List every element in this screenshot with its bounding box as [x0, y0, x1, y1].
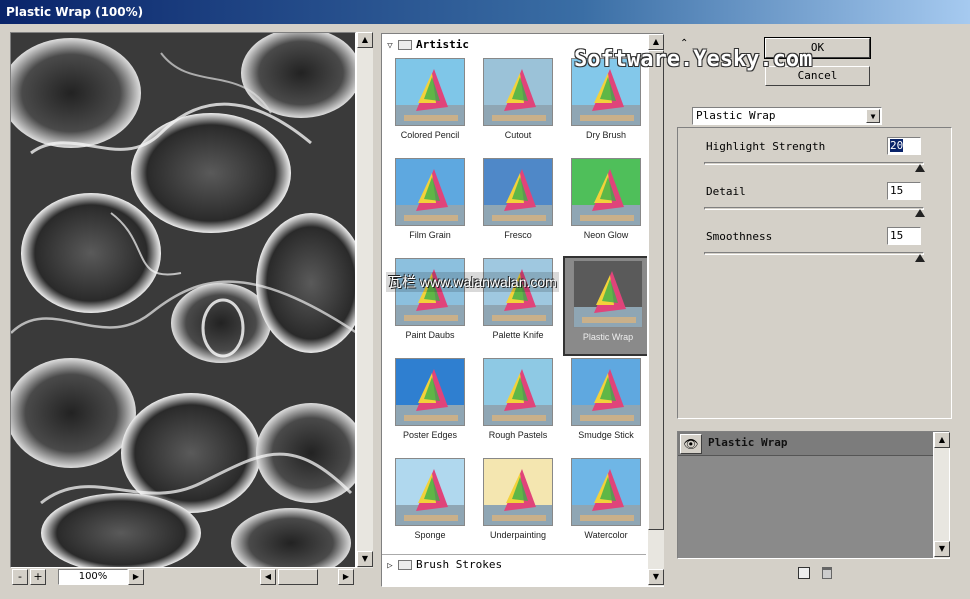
filter-preview-image — [395, 358, 465, 426]
highlight-strength-slider-thumb[interactable] — [915, 164, 925, 172]
filter-gallery: ▽ Artistic Colored Pencil Cutout Dry Brush F… — [381, 33, 664, 587]
filter-thumbnail-label: Film Grain — [409, 230, 451, 240]
filter-thumbnail-label: Rough Pastels — [488, 430, 548, 440]
divider — [382, 554, 646, 555]
effect-layer-name: Plastic Wrap — [708, 436, 788, 449]
zoom-in-button[interactable]: + — [30, 569, 46, 585]
filter-preview-image — [573, 260, 643, 328]
filter-preview-image — [571, 458, 641, 526]
folder-icon — [398, 560, 412, 570]
filter-thumbnail-label: Palette Knife — [492, 330, 544, 340]
filter-thumbnail-label: Paint Daubs — [405, 330, 455, 340]
detail-slider[interactable] — [704, 207, 924, 210]
smoothness-slider-thumb[interactable] — [915, 254, 925, 262]
highlight-strength-slider[interactable] — [704, 162, 924, 165]
filter-thumbnail-rough-pastels[interactable]: Rough Pastels — [475, 356, 561, 456]
filter-thumbnail-label: Sponge — [414, 530, 446, 540]
filter-preview-image — [483, 258, 553, 326]
filter-preview-image — [571, 158, 641, 226]
filter-preview-image — [395, 458, 465, 526]
new-effect-layer-icon[interactable] — [798, 567, 810, 579]
preview-vertical-scrollbar[interactable]: ▲ ▼ — [356, 32, 373, 568]
highlight-strength-input[interactable]: 20 — [887, 137, 921, 155]
layers-scroll-down-icon[interactable]: ▼ — [934, 541, 950, 557]
scroll-down-icon[interactable]: ▼ — [357, 551, 373, 567]
detail-label: Detail — [706, 185, 746, 198]
watermark-middle: 瓦栏 www.walanwalan.com — [386, 272, 559, 292]
filter-thumbnail-paint-daubs[interactable]: Paint Daubs — [387, 256, 473, 356]
gallery-vertical-scrollbar[interactable]: ▲ ▼ — [647, 34, 664, 586]
scroll-up-icon[interactable]: ▲ — [357, 32, 373, 48]
expanded-triangle-icon: ▽ — [387, 41, 393, 51]
filter-preview-image — [483, 358, 553, 426]
filter-thumbnail-label: Cutout — [504, 130, 532, 140]
filter-preview-image — [483, 458, 553, 526]
filter-thumbnail-label: Watercolor — [584, 530, 628, 540]
filter-thumbnail-neon-glow[interactable]: Neon Glow — [563, 156, 649, 256]
highlight-strength-label: Highlight Strength — [706, 140, 826, 153]
filter-thumbnail-watercolor[interactable]: Watercolor — [563, 456, 649, 556]
layers-scrollbar[interactable]: ▲ ▼ — [933, 432, 950, 558]
effect-layer-row[interactable]: 👁 Plastic Wrap — [678, 432, 934, 456]
filter-thumbnail-sponge[interactable]: Sponge — [387, 456, 473, 556]
window-title: Plastic Wrap (100%) — [6, 5, 144, 19]
window-title-bar: Plastic Wrap (100%) — [0, 0, 970, 24]
category-brush-strokes[interactable]: ▷ Brush Strokes — [384, 556, 646, 574]
filter-thumbnail-label: Colored Pencil — [400, 130, 460, 140]
detail-input[interactable]: 15 — [887, 182, 921, 200]
folder-icon — [398, 40, 412, 50]
hscroll-thumb[interactable] — [278, 569, 318, 585]
zoom-level[interactable]: 100% — [58, 569, 128, 585]
filter-thumbnail-label: Plastic Wrap — [582, 332, 634, 342]
smoothness-slider[interactable] — [704, 252, 924, 255]
filter-preview-image — [395, 158, 465, 226]
filter-preview-image — [395, 258, 465, 326]
filter-thumbnail-label: Underpainting — [489, 530, 547, 540]
layers-scroll-up-icon[interactable]: ▲ — [934, 432, 950, 448]
filter-thumbnail-palette-knife[interactable]: Palette Knife — [475, 256, 561, 356]
preview-canvas[interactable] — [10, 32, 356, 568]
delete-effect-layer-icon[interactable] — [822, 567, 832, 579]
collapsed-triangle-icon: ▷ — [387, 561, 393, 571]
filter-thumbnail-colored-pencil[interactable]: Colored Pencil — [387, 56, 473, 156]
watermark-top: Software.Yesky.com — [574, 47, 813, 72]
preview-zoom-bar: - + 100% ▶ ◀ ▶ — [10, 568, 356, 586]
detail-slider-thumb[interactable] — [915, 209, 925, 217]
filter-preview-image — [395, 58, 465, 126]
filter-thumbnail-film-grain[interactable]: Film Grain — [387, 156, 473, 256]
filter-thumbnail-cutout[interactable]: Cutout — [475, 56, 561, 156]
filter-settings-panel — [677, 127, 952, 419]
filter-thumbnail-label: Dry Brush — [585, 130, 626, 140]
preview-image — [11, 33, 355, 567]
eye-icon[interactable]: 👁 — [680, 434, 702, 454]
smoothness-label: Smoothness — [706, 230, 773, 243]
hscroll-right-icon[interactable]: ▶ — [338, 569, 354, 585]
effect-layers-panel: 👁 Plastic Wrap — [677, 431, 950, 559]
chevron-down-icon[interactable]: ▼ — [866, 109, 880, 123]
filter-thumbnail-label: Poster Edges — [402, 430, 458, 440]
scroll-right-icon[interactable]: ▶ — [128, 569, 144, 585]
filter-thumbnail-plastic-wrap[interactable]: Plastic Wrap — [563, 256, 649, 356]
filter-select[interactable]: Plastic Wrap ▼ — [692, 107, 882, 125]
filter-thumbnail-smudge-stick[interactable]: Smudge Stick — [563, 356, 649, 456]
filter-preview-image — [571, 358, 641, 426]
filter-thumbnail-label: Fresco — [504, 230, 532, 240]
filter-preview-image — [483, 158, 553, 226]
filter-preview-image — [483, 58, 553, 126]
smoothness-input[interactable]: 15 — [887, 227, 921, 245]
gallery-scroll-down-icon[interactable]: ▼ — [648, 569, 664, 585]
hscroll-left-icon[interactable]: ◀ — [260, 569, 276, 585]
filter-thumbnail-fresco[interactable]: Fresco — [475, 156, 561, 256]
filter-thumbnail-label: Smudge Stick — [578, 430, 634, 440]
filter-thumbnail-poster-edges[interactable]: Poster Edges — [387, 356, 473, 456]
filter-thumbnail-label: Neon Glow — [583, 230, 629, 240]
zoom-out-button[interactable]: - — [12, 569, 28, 585]
gallery-scroll-thumb[interactable] — [648, 50, 664, 530]
filter-thumbnail-underpainting[interactable]: Underpainting — [475, 456, 561, 556]
